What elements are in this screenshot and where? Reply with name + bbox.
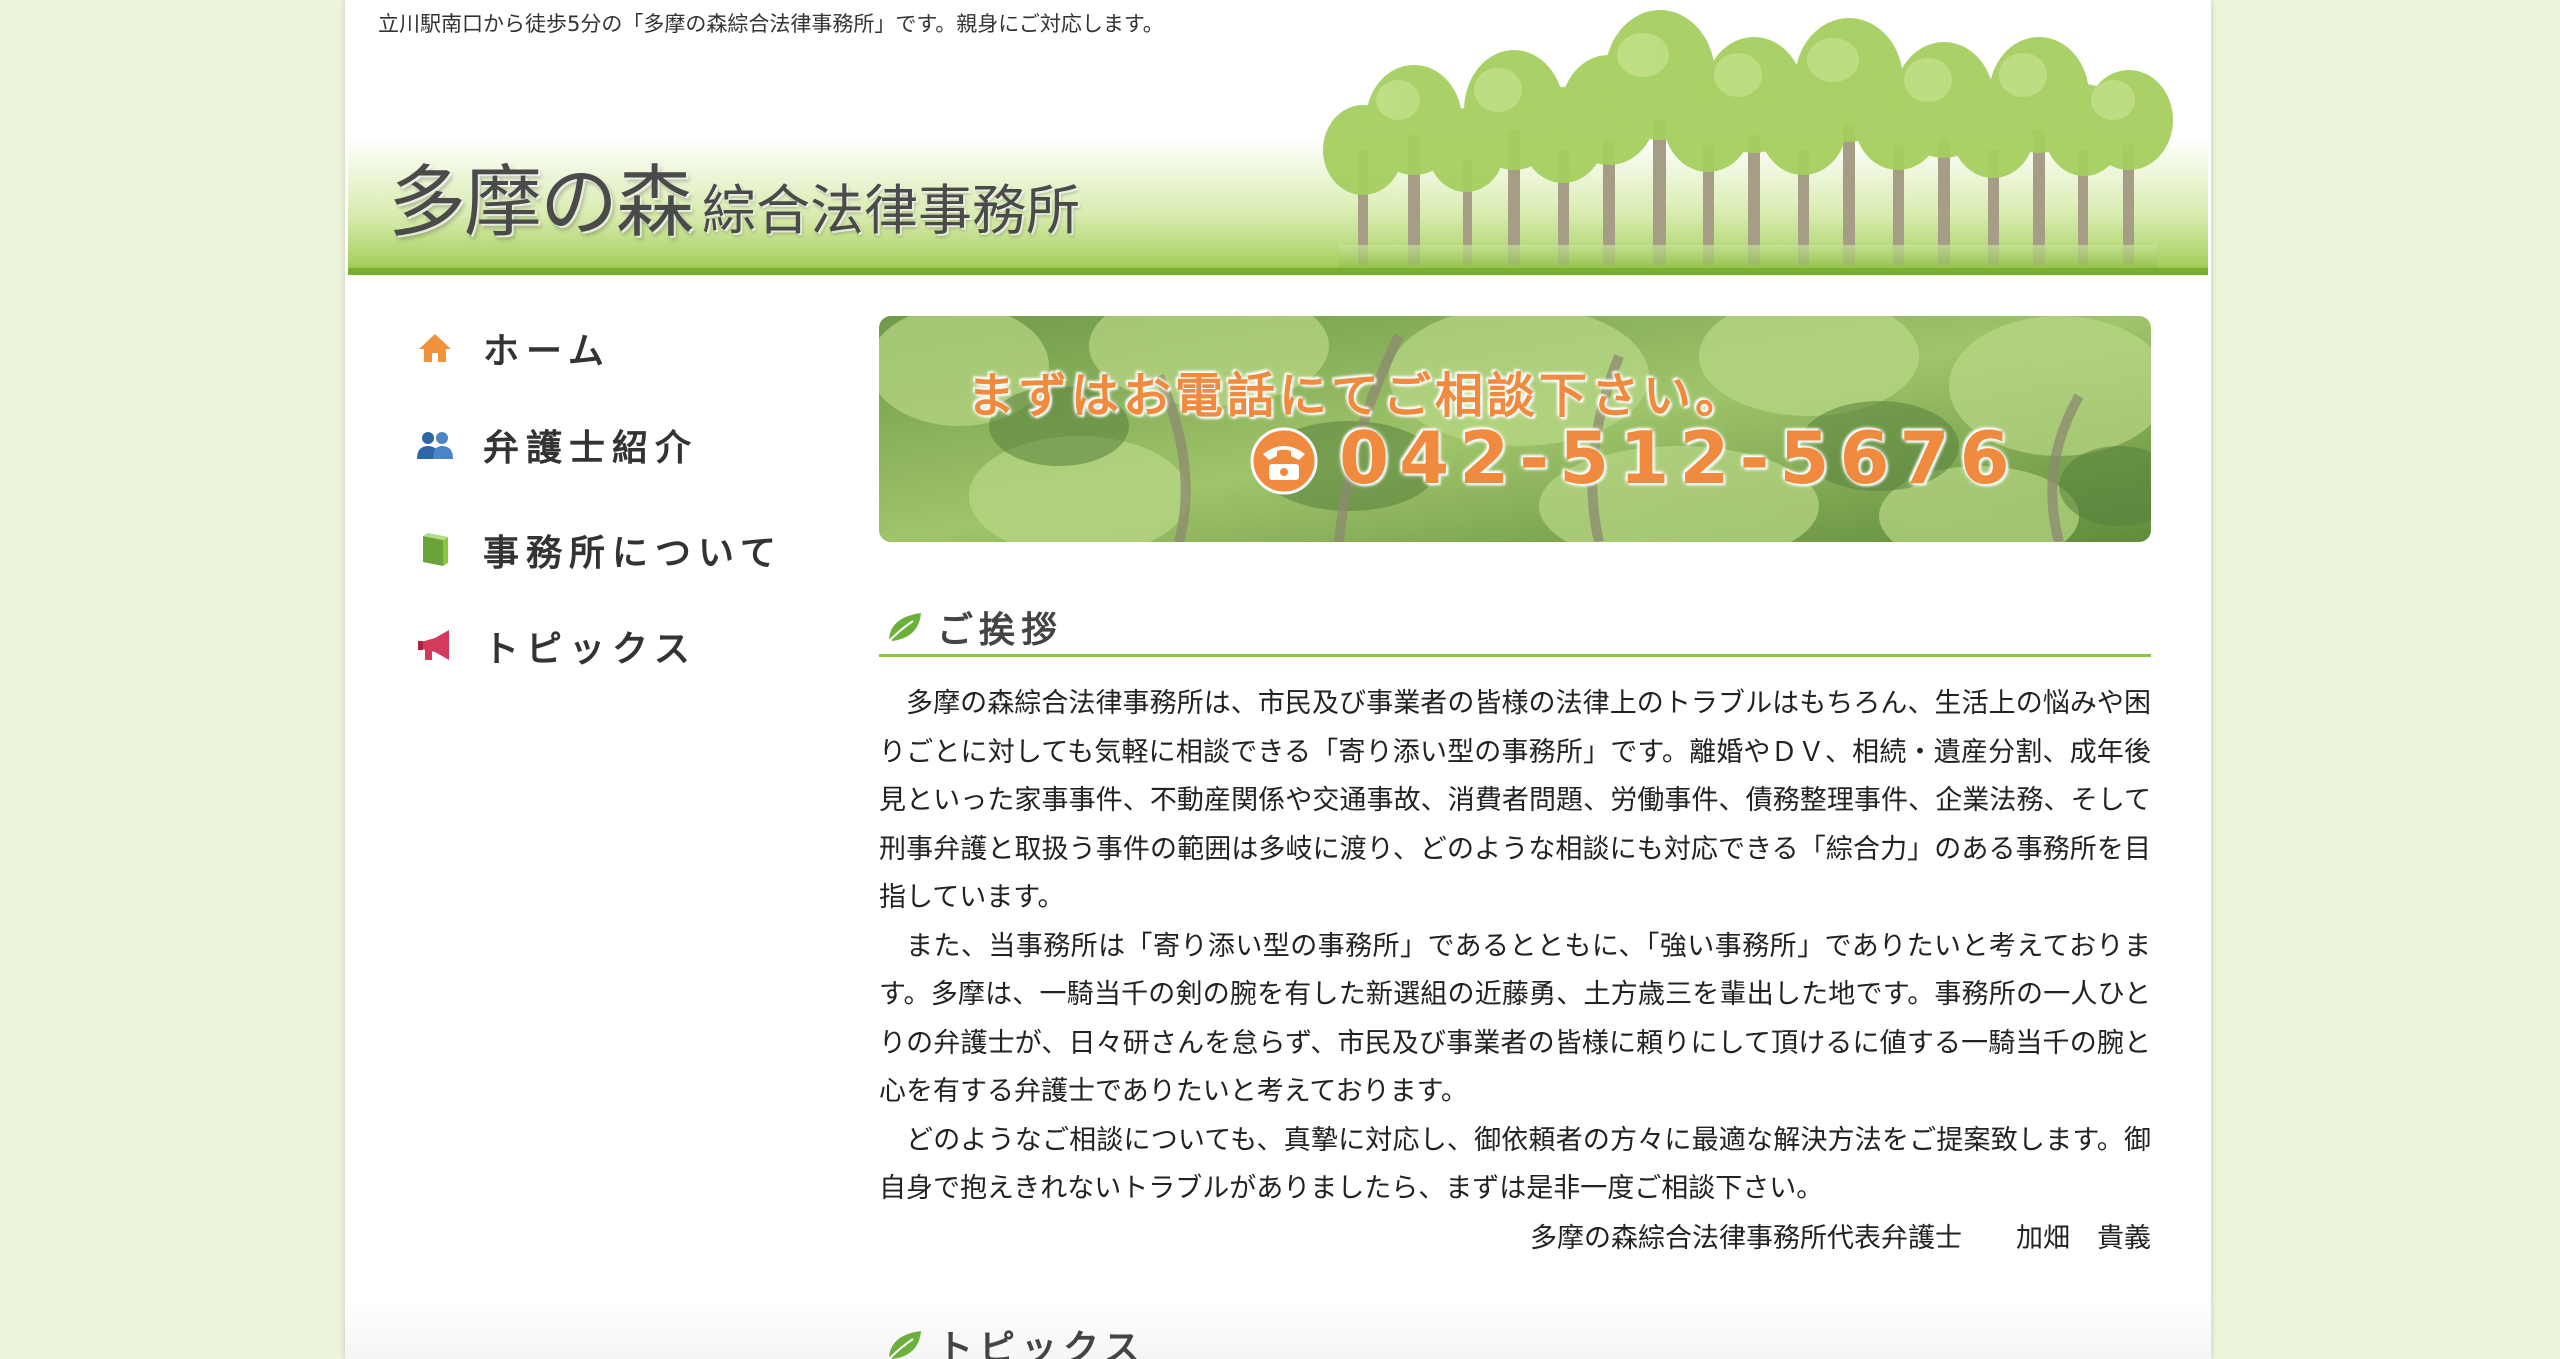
greeting-paragraph: どのようなご相談についても、真摯に対応し、御依頼者の方々に最適な解決方法をご提案… <box>879 1124 2151 1205</box>
home-icon <box>415 328 455 368</box>
banner-phone-number[interactable]: 042-512-5676 <box>1339 416 2020 500</box>
phone-banner[interactable]: まずはお電話にてご相談下さい。 042-512-5676 <box>879 316 2151 542</box>
nav-item-office[interactable]: 事務所について <box>415 520 783 580</box>
topics-heading-text: トピックス <box>937 1328 1146 1359</box>
leaf-icon <box>888 1331 921 1359</box>
greeting-heading-text: ご挨拶 <box>937 610 1064 651</box>
site-header: 多摩の森 綜合法律事務所 <box>348 0 2208 275</box>
nav-label-office: 事務所について <box>483 533 783 574</box>
nav-label-home: ホーム <box>483 331 611 372</box>
nav-item-lawyers[interactable]: 弁護士紹介 <box>415 415 698 475</box>
greeting-heading: ご挨拶 <box>879 600 2151 657</box>
greeting-body: 多摩の森綜合法律事務所は、市民及び事業者の皆様の法律上のトラブルはもちろん、生活… <box>879 680 2151 1214</box>
site-tagline: 立川駅南口から徒歩5分の「多摩の森綜合法律事務所」です。親身にご対応します。 <box>378 12 1164 36</box>
page-container: 多摩の森 綜合法律事務所 立川駅南口から徒歩5分の「多摩の森綜合法律事務所」です。… <box>345 0 2211 1359</box>
people-icon <box>415 425 455 465</box>
nav-label-topics: トピックス <box>483 629 697 670</box>
topics-heading: トピックス <box>879 1318 2151 1359</box>
logo-sub-text: 綜合法律事務所 <box>702 179 1081 242</box>
site-logo[interactable]: 多摩の森 綜合法律事務所 <box>388 140 1080 252</box>
greeting-paragraph: 多摩の森綜合法律事務所は、市民及び事業者の皆様の法律上のトラブルはもちろん、生活… <box>879 688 2151 913</box>
greeting-signature: 多摩の森綜合法律事務所代表弁護士 加畑 貴義 <box>1530 1223 2151 1254</box>
nav-item-home[interactable]: ホーム <box>415 318 611 378</box>
greeting-paragraph: また、当事務所は「寄り添い型の事務所」であるとともに、「強い事務所」でありたいと… <box>879 930 2151 1108</box>
nav-label-lawyers: 弁護士紹介 <box>483 428 699 469</box>
logo-main-text: 多摩の森 <box>388 158 694 248</box>
megaphone-icon <box>415 626 455 666</box>
leaf-icon <box>888 613 921 642</box>
nav-item-topics[interactable]: トピックス <box>415 616 697 676</box>
telephone-icon <box>1250 427 1318 495</box>
book-icon <box>415 530 455 570</box>
